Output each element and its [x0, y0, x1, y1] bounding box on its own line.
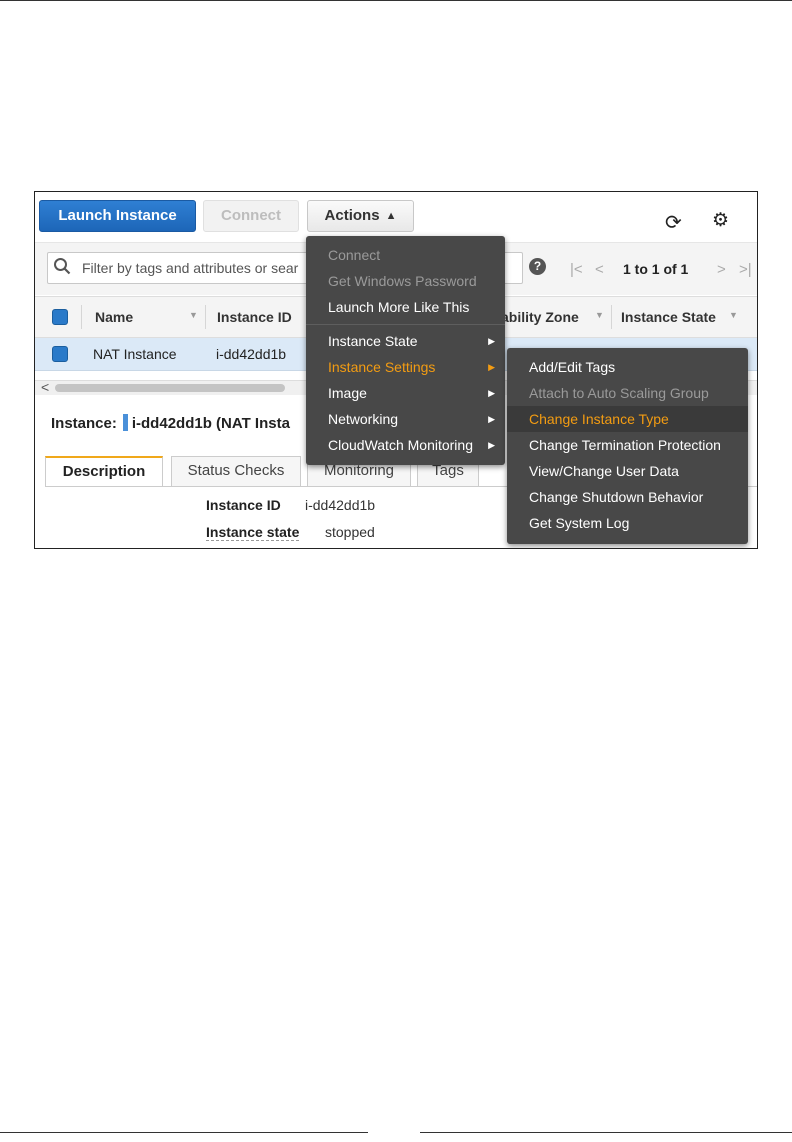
- column-header-name[interactable]: Name: [95, 309, 133, 325]
- menu-item-cloudwatch-monitoring[interactable]: CloudWatch Monitoring ▶: [306, 432, 505, 458]
- launch-instance-button[interactable]: Launch Instance: [39, 200, 196, 232]
- instance-label: Instance:: [51, 415, 117, 432]
- footer-rule-right: [420, 1132, 792, 1133]
- instance-color-marker: [122, 414, 128, 431]
- footer-rule-left: [0, 1132, 368, 1133]
- row-checkbox[interactable]: [52, 346, 68, 362]
- instance-detail-title: Instance: i-dd42dd1b (NAT Insta: [51, 414, 290, 432]
- search-icon: [54, 258, 71, 275]
- menu-item-attach-to-auto-scaling-group[interactable]: Attach to Auto Scaling Group: [507, 380, 748, 406]
- chevron-right-icon: ▶: [488, 414, 495, 424]
- menu-item-connect[interactable]: Connect: [306, 242, 505, 268]
- menu-item-change-termination-protection[interactable]: Change Termination Protection: [507, 432, 748, 458]
- menu-item-label: Instance Settings: [328, 359, 436, 375]
- chevron-right-icon: ▶: [488, 336, 495, 346]
- detail-label-instance-state: Instance state: [206, 524, 300, 541]
- chevron-right-icon: ▶: [488, 440, 495, 450]
- first-page-icon[interactable]: |<: [570, 261, 583, 278]
- ec2-console-screenshot: Launch Instance Connect Actions ▲ ⟳ ⚙ Fil…: [34, 191, 758, 549]
- row-instance-id: i-dd42dd1b: [216, 346, 287, 362]
- sort-icon[interactable]: ▼: [595, 310, 604, 320]
- menu-item-view-change-user-data[interactable]: View/Change User Data: [507, 458, 748, 484]
- menu-separator: [306, 324, 505, 325]
- gear-icon[interactable]: ⚙: [712, 209, 729, 232]
- actions-button-label: Actions: [324, 207, 380, 224]
- chevron-right-icon: ▶: [488, 362, 495, 372]
- column-header-instance-id[interactable]: Instance ID: [217, 309, 292, 325]
- sort-icon[interactable]: ▼: [189, 310, 198, 320]
- column-header-availability-zone[interactable]: ability Zone: [501, 309, 579, 325]
- detail-label-instance-id: Instance ID: [206, 497, 281, 513]
- scroll-left-icon[interactable]: <: [41, 379, 49, 395]
- menu-item-image[interactable]: Image ▶: [306, 380, 505, 406]
- menu-item-label: CloudWatch Monitoring: [328, 437, 473, 453]
- help-icon[interactable]: ?: [529, 258, 546, 275]
- tab-status-checks[interactable]: Status Checks: [171, 456, 301, 486]
- menu-item-get-system-log[interactable]: Get System Log: [507, 510, 748, 536]
- actions-button[interactable]: Actions ▲: [307, 200, 414, 232]
- menu-item-label: Networking: [328, 411, 399, 427]
- last-page-icon[interactable]: >|: [739, 261, 752, 278]
- scrollbar-thumb[interactable]: [55, 384, 285, 392]
- refresh-icon[interactable]: ⟳: [665, 210, 682, 235]
- select-all-checkbox[interactable]: [52, 309, 68, 325]
- instance-settings-submenu: Add/Edit Tags Attach to Auto Scaling Gro…: [507, 348, 748, 544]
- instance-title-value: i-dd42dd1b (NAT Insta: [131, 415, 290, 432]
- menu-item-change-shutdown-behavior[interactable]: Change Shutdown Behavior: [507, 484, 748, 510]
- row-name: NAT Instance: [93, 346, 177, 362]
- column-divider: [611, 305, 612, 329]
- detail-value-instance-id: i-dd42dd1b: [305, 497, 376, 513]
- sort-icon[interactable]: ▼: [729, 310, 738, 320]
- menu-item-launch-more-like-this[interactable]: Launch More Like This: [306, 294, 505, 320]
- detail-value-instance-state: stopped: [325, 524, 375, 540]
- menu-item-networking[interactable]: Networking ▶: [306, 406, 505, 432]
- menu-item-instance-state[interactable]: Instance State ▶: [306, 328, 505, 354]
- actions-menu: Connect Get Windows Password Launch More…: [306, 236, 505, 465]
- menu-item-change-instance-type[interactable]: Change Instance Type: [507, 406, 748, 432]
- column-divider: [205, 305, 206, 329]
- page-top-rule: [0, 0, 792, 1]
- column-divider: [81, 305, 82, 329]
- menu-item-add-edit-tags[interactable]: Add/Edit Tags: [507, 354, 748, 380]
- menu-item-label: Instance State: [328, 333, 418, 349]
- column-header-instance-state[interactable]: Instance State: [621, 309, 716, 325]
- caret-up-icon: ▲: [385, 210, 397, 222]
- menu-item-instance-settings[interactable]: Instance Settings ▶: [306, 354, 505, 380]
- tab-description[interactable]: Description: [45, 456, 163, 487]
- prev-page-icon[interactable]: <: [595, 261, 604, 278]
- menu-item-label: Image: [328, 385, 367, 401]
- chevron-right-icon: ▶: [488, 388, 495, 398]
- menu-item-get-windows-password[interactable]: Get Windows Password: [306, 268, 505, 294]
- next-page-icon[interactable]: >: [717, 261, 726, 278]
- connect-button[interactable]: Connect: [203, 200, 299, 232]
- pagination-text: 1 to 1 of 1: [623, 261, 689, 277]
